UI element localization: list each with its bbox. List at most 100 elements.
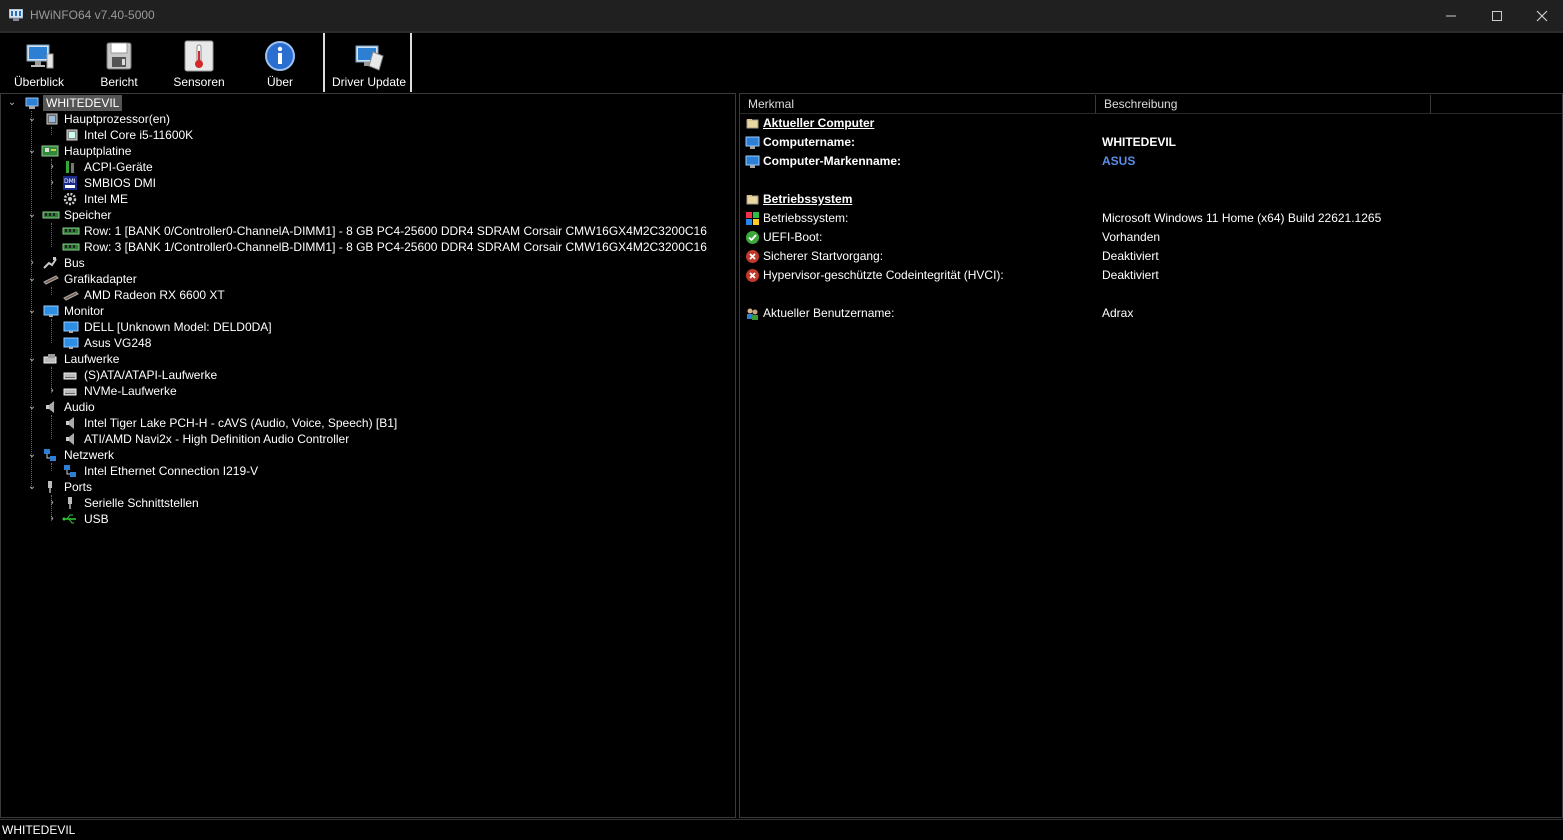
section-folder-icon <box>746 195 759 205</box>
tree-label: Laufwerke <box>64 352 120 366</box>
chevron-down-icon[interactable]: ⌄ <box>27 143 37 159</box>
chevron-down-icon[interactable]: ⌄ <box>27 207 37 223</box>
speaker-icon <box>46 401 54 413</box>
about-label: Über <box>266 75 293 89</box>
tree-guide-line <box>51 287 52 295</box>
close-icon <box>1536 10 1548 21</box>
detail-value: Vorhanden <box>1102 230 1161 244</box>
acpi-plug-icon <box>66 161 74 173</box>
driver-update-icon <box>355 45 384 71</box>
chevron-down-icon[interactable]: ⌄ <box>27 111 37 127</box>
detail-label: Betriebssystem: <box>763 211 849 225</box>
chevron-right-icon[interactable]: › <box>27 255 37 271</box>
tree-guide-line <box>31 111 32 488</box>
network-icon <box>64 465 76 477</box>
column-header-description[interactable]: Beschreibung <box>1096 95 1431 113</box>
memory-module-icon <box>42 211 60 219</box>
hard-drive-icon <box>63 388 77 396</box>
overview-button[interactable]: Überblick <box>4 33 74 92</box>
computer-icon <box>25 97 39 109</box>
usb-icon <box>62 514 76 524</box>
chevron-down-icon[interactable]: ⌄ <box>27 479 37 495</box>
motherboard-icon <box>41 145 59 157</box>
chevron-down-icon[interactable]: ⌄ <box>27 303 37 319</box>
chevron-right-icon[interactable]: › <box>47 383 57 399</box>
toolbar-separator <box>410 33 412 92</box>
network-icon <box>44 449 56 461</box>
check-circle-icon <box>746 231 759 244</box>
tree-label: Netzwerk <box>64 448 115 462</box>
thermometer-icon <box>184 40 214 72</box>
driver-update-label: Driver Update <box>331 75 407 89</box>
memory-module-icon <box>62 227 80 235</box>
monitor-icon <box>63 337 79 349</box>
tree-label: (S)ATA/ATAPI-Laufwerke <box>84 368 218 382</box>
speaker-icon <box>66 433 74 445</box>
tree-label: Intel Ethernet Connection I219-V <box>84 464 259 478</box>
status-text: WHITEDEVIL <box>2 823 76 837</box>
graphics-card-icon <box>43 275 59 285</box>
tree-label: SMBIOS DMI <box>84 176 157 190</box>
title-bar: HWiNFO64 v7.40-5000 <box>0 0 1563 33</box>
speaker-icon <box>66 417 74 429</box>
detail-label: Computer-Markenname: <box>763 154 902 168</box>
maximize-button[interactable] <box>1474 0 1520 31</box>
detail-label: UEFI-Boot: <box>763 230 823 244</box>
dmi-icon: DMI <box>63 176 77 190</box>
column-header-feature[interactable]: Merkmal <box>740 95 1096 113</box>
detail-value: Adrax <box>1102 306 1134 320</box>
svg-text:DMI: DMI <box>64 178 76 185</box>
save-report-icon <box>106 42 132 70</box>
chevron-down-icon[interactable]: ⌄ <box>7 95 17 111</box>
tree-label: Speicher <box>64 208 112 222</box>
tree-label: Intel ME <box>84 192 129 206</box>
chevron-right-icon[interactable]: › <box>47 511 57 527</box>
report-label: Bericht <box>100 75 138 89</box>
chevron-right-icon[interactable]: › <box>47 159 57 175</box>
monitor-icon <box>63 321 79 333</box>
device-tree[interactable]: ⌄ WHITEDEVIL ⌄ Hauptprozessor(en) Intel … <box>0 93 736 818</box>
serial-port-icon <box>68 497 72 509</box>
tree-label: Audio <box>64 400 95 414</box>
minimize-button[interactable] <box>1428 0 1474 31</box>
tree-label: Hauptprozessor(en) <box>64 112 171 126</box>
cpu-icon <box>46 113 58 125</box>
sensors-button[interactable]: Sensoren <box>164 33 234 92</box>
cpu-chip-icon <box>66 129 78 141</box>
section-folder-icon <box>746 119 759 129</box>
hwinfo-app-icon <box>9 9 23 21</box>
driver-update-button[interactable]: Driver Update <box>328 33 410 92</box>
tree-label: Row: 1 [BANK 0/Controller0-ChannelA-DIMM… <box>84 224 707 238</box>
tree-label: Serielle Schnittstellen <box>84 496 199 510</box>
details-pane[interactable]: Merkmal Beschreibung Aktueller Computer … <box>739 93 1563 818</box>
tree-label: ATI/AMD Navi2x - High Definition Audio C… <box>84 432 350 446</box>
chevron-down-icon[interactable]: ⌄ <box>27 447 37 463</box>
tree-label: AMD Radeon RX 6600 XT <box>84 288 225 302</box>
report-button[interactable]: Bericht <box>88 33 150 92</box>
section-title: Aktueller Computer <box>763 116 875 130</box>
about-button[interactable]: Über <box>250 33 310 92</box>
tree-label: Intel Tiger Lake PCH-H - cAVS (Audio, Vo… <box>84 416 398 430</box>
error-x-icon <box>746 269 759 282</box>
overview-label: Überblick <box>13 75 64 89</box>
chevron-down-icon[interactable]: ⌄ <box>27 351 37 367</box>
detail-value: Deaktiviert <box>1102 268 1159 282</box>
port-connector-icon <box>48 481 52 493</box>
detail-value-link[interactable]: ASUS <box>1102 152 1135 171</box>
section-title: Betriebssystem <box>763 192 853 206</box>
tree-guide-line <box>51 463 52 471</box>
chevron-down-icon[interactable]: ⌄ <box>27 271 37 287</box>
tree-guide-line <box>51 415 52 439</box>
users-icon <box>747 308 758 320</box>
tree-label: NVMe-Laufwerke <box>84 384 177 398</box>
chevron-right-icon[interactable]: › <box>47 175 57 191</box>
windows-logo-icon <box>746 212 759 225</box>
status-bar: WHITEDEVIL <box>0 819 1563 840</box>
tree-label: Monitor <box>64 304 105 318</box>
tree-label: Row: 3 [BANK 1/Controller0-ChannelB-DIMM… <box>84 240 707 254</box>
minimize-icon <box>1446 15 1456 16</box>
chevron-down-icon[interactable]: ⌄ <box>27 399 37 415</box>
chevron-right-icon[interactable]: › <box>47 495 57 511</box>
drives-icon <box>43 354 57 364</box>
close-button[interactable] <box>1519 0 1563 31</box>
